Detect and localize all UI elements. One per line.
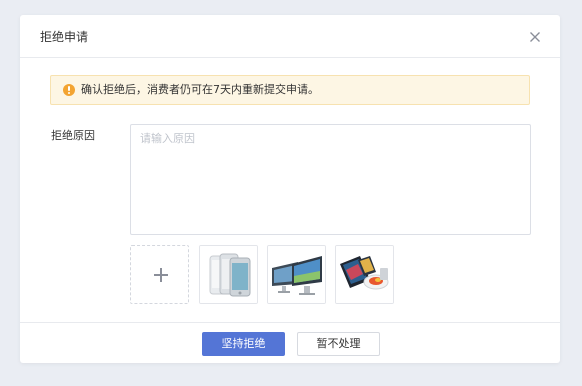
insist-reject-button[interactable]: 坚持拒绝 xyxy=(202,332,285,356)
alert-text: 确认拒绝后，消费者仍可在7天内重新提交申请。 xyxy=(81,83,319,96)
dialog-header: 拒绝申请 xyxy=(20,15,560,58)
imac-image xyxy=(268,246,325,303)
thumbnail-imac[interactable] xyxy=(267,245,326,304)
reason-label: 拒绝原因 xyxy=(51,129,95,142)
add-image-button[interactable] xyxy=(130,245,189,304)
close-icon[interactable] xyxy=(528,29,542,43)
dialog-footer: 坚持拒绝 暂不处理 xyxy=(20,322,560,364)
tablet-image xyxy=(336,246,393,303)
dialog-title: 拒绝申请 xyxy=(40,30,89,44)
warning-alert: 确认拒绝后，消费者仍可在7天内重新提交申请。 xyxy=(50,75,530,105)
reason-textarea[interactable] xyxy=(130,124,531,235)
reject-application-dialog: 拒绝申请 确认拒绝后，消费者仍可在7天内重新提交申请。 拒绝原因 请输入原因 坚… xyxy=(20,15,560,363)
thumbnail-tablet[interactable] xyxy=(335,245,394,304)
warning-icon xyxy=(63,84,75,96)
thumbnail-iphone[interactable] xyxy=(199,245,258,304)
defer-button[interactable]: 暂不处理 xyxy=(297,332,380,356)
iphone-image xyxy=(200,246,257,303)
